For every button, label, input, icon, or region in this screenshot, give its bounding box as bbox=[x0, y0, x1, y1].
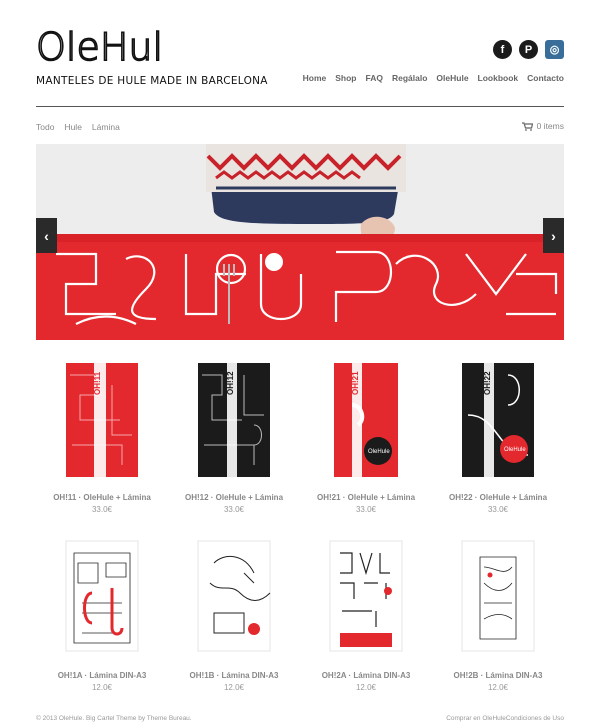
product-price: 12.0€ bbox=[91, 683, 113, 692]
product-image: OH!11 bbox=[66, 363, 138, 477]
product-card[interactable]: OH!2B · Lámina DIN-A3 12.0€ bbox=[432, 528, 564, 706]
category-filter: Todo Hule Lámina bbox=[36, 122, 120, 132]
main-nav: Home Shop FAQ Regálalo OleHule Lookbook … bbox=[303, 73, 564, 83]
product-price: 12.0€ bbox=[223, 683, 245, 692]
footer: © 2013 OleHule. Big Cartel Theme by Them… bbox=[36, 715, 564, 722]
product-image bbox=[461, 540, 535, 652]
footer-link-condiciones[interactable]: Condiciones de Uso bbox=[506, 715, 564, 722]
svg-text:OleHule: OleHule bbox=[504, 447, 526, 453]
product-name[interactable]: OH!21 · OleHule + Lámina bbox=[317, 493, 415, 502]
product-card[interactable]: OH!11 OH!11 · OleHule + Lámina 33.0€ bbox=[36, 350, 168, 528]
product-card[interactable]: OH!1B · Lámina DIN-A3 12.0€ bbox=[168, 528, 300, 706]
tagline: MANTELES DE HULE MADE IN BARCELONA bbox=[36, 75, 268, 87]
product-card[interactable]: OH!21 OleHule OH!21 · OleHule + Lámina 3… bbox=[300, 350, 432, 528]
svg-text:OleHule: OleHule bbox=[36, 25, 164, 68]
category-lamina[interactable]: Lámina bbox=[92, 122, 120, 132]
product-card[interactable]: OH!12 OH!12 · OleHule + Lámina 33.0€ bbox=[168, 350, 300, 528]
product-name[interactable]: OH!2B · Lámina DIN-A3 bbox=[454, 671, 543, 680]
category-hule[interactable]: Hule bbox=[64, 122, 81, 132]
social-links: f P ◎ bbox=[493, 40, 564, 59]
product-price: 33.0€ bbox=[223, 505, 245, 514]
footer-link-comprar[interactable]: Comprar en OleHule bbox=[446, 715, 506, 722]
footer-links: Comprar en OleHuleCondiciones de Uso bbox=[446, 715, 564, 722]
nav-home[interactable]: Home bbox=[303, 73, 327, 83]
product-name[interactable]: OH!11 · OleHule + Lámina bbox=[53, 493, 151, 502]
svg-text:OH!22: OH!22 bbox=[483, 371, 492, 395]
footer-credits: © 2013 OleHule. Big Cartel Theme by Them… bbox=[36, 715, 192, 722]
cart-icon bbox=[521, 121, 533, 131]
product-name[interactable]: OH!2A · Lámina DIN-A3 bbox=[322, 671, 411, 680]
nav-shop[interactable]: Shop bbox=[335, 73, 356, 83]
cart-count: 0 items bbox=[536, 121, 564, 131]
product-price: 33.0€ bbox=[91, 505, 113, 514]
product-card[interactable]: OH!1A · Lámina DIN-A3 12.0€ bbox=[36, 528, 168, 706]
product-image: OH!12 bbox=[198, 363, 270, 477]
product-image bbox=[197, 540, 271, 652]
product-image bbox=[65, 540, 139, 652]
nav-contacto[interactable]: Contacto bbox=[527, 73, 564, 83]
svg-text:OleHule: OleHule bbox=[368, 449, 390, 455]
category-todo[interactable]: Todo bbox=[36, 122, 54, 132]
nav-faq[interactable]: FAQ bbox=[366, 73, 383, 83]
product-card[interactable]: OH!2A · Lámina DIN-A3 12.0€ bbox=[300, 528, 432, 706]
nav-regalalo[interactable]: Regálalo bbox=[392, 73, 427, 83]
svg-text:OH!11: OH!11 bbox=[93, 371, 102, 395]
svg-text:OH!12: OH!12 bbox=[226, 371, 235, 395]
product-image: OH!21 OleHule bbox=[334, 363, 398, 477]
instagram-icon[interactable]: ◎ bbox=[545, 40, 564, 59]
cart-link[interactable]: 0 items bbox=[521, 121, 564, 131]
pinterest-icon[interactable]: P bbox=[519, 40, 538, 59]
svg-text:OH!21: OH!21 bbox=[351, 371, 360, 395]
product-name[interactable]: OH!1B · Lámina DIN-A3 bbox=[190, 671, 279, 680]
product-name[interactable]: OH!1A · Lámina DIN-A3 bbox=[58, 671, 147, 680]
product-price: 33.0€ bbox=[487, 505, 509, 514]
nav-lookbook[interactable]: Lookbook bbox=[478, 73, 519, 83]
slideshow-next-button[interactable]: › bbox=[543, 218, 564, 253]
theme-credit-link[interactable]: Theme Bureau. bbox=[147, 715, 192, 722]
product-price: 12.0€ bbox=[355, 683, 377, 692]
product-grid: OH!11 OH!11 · OleHule + Lámina 33.0€ OH!… bbox=[36, 350, 564, 706]
product-image: OH!22 OleHule bbox=[462, 363, 534, 477]
slideshow-prev-button[interactable]: ‹ bbox=[36, 218, 57, 253]
product-name[interactable]: OH!12 · OleHule + Lámina bbox=[185, 493, 283, 502]
header-divider bbox=[36, 106, 564, 107]
logo[interactable]: OleHule bbox=[35, 24, 187, 73]
nav-olehule[interactable]: OleHule bbox=[436, 73, 468, 83]
product-card[interactable]: OH!22 OleHule OH!22 · OleHule + Lámina 3… bbox=[432, 350, 564, 528]
product-price: 33.0€ bbox=[355, 505, 377, 514]
product-name[interactable]: OH!22 · OleHule + Lámina bbox=[449, 493, 547, 502]
hero-image bbox=[36, 144, 564, 340]
facebook-icon[interactable]: f bbox=[493, 40, 512, 59]
hero-slideshow bbox=[36, 144, 564, 340]
product-price: 12.0€ bbox=[487, 683, 509, 692]
olehule-logo: OleHule bbox=[35, 24, 187, 70]
product-image bbox=[329, 540, 403, 652]
copyright-text: © 2013 OleHule. Big Cartel Theme by bbox=[36, 715, 146, 722]
